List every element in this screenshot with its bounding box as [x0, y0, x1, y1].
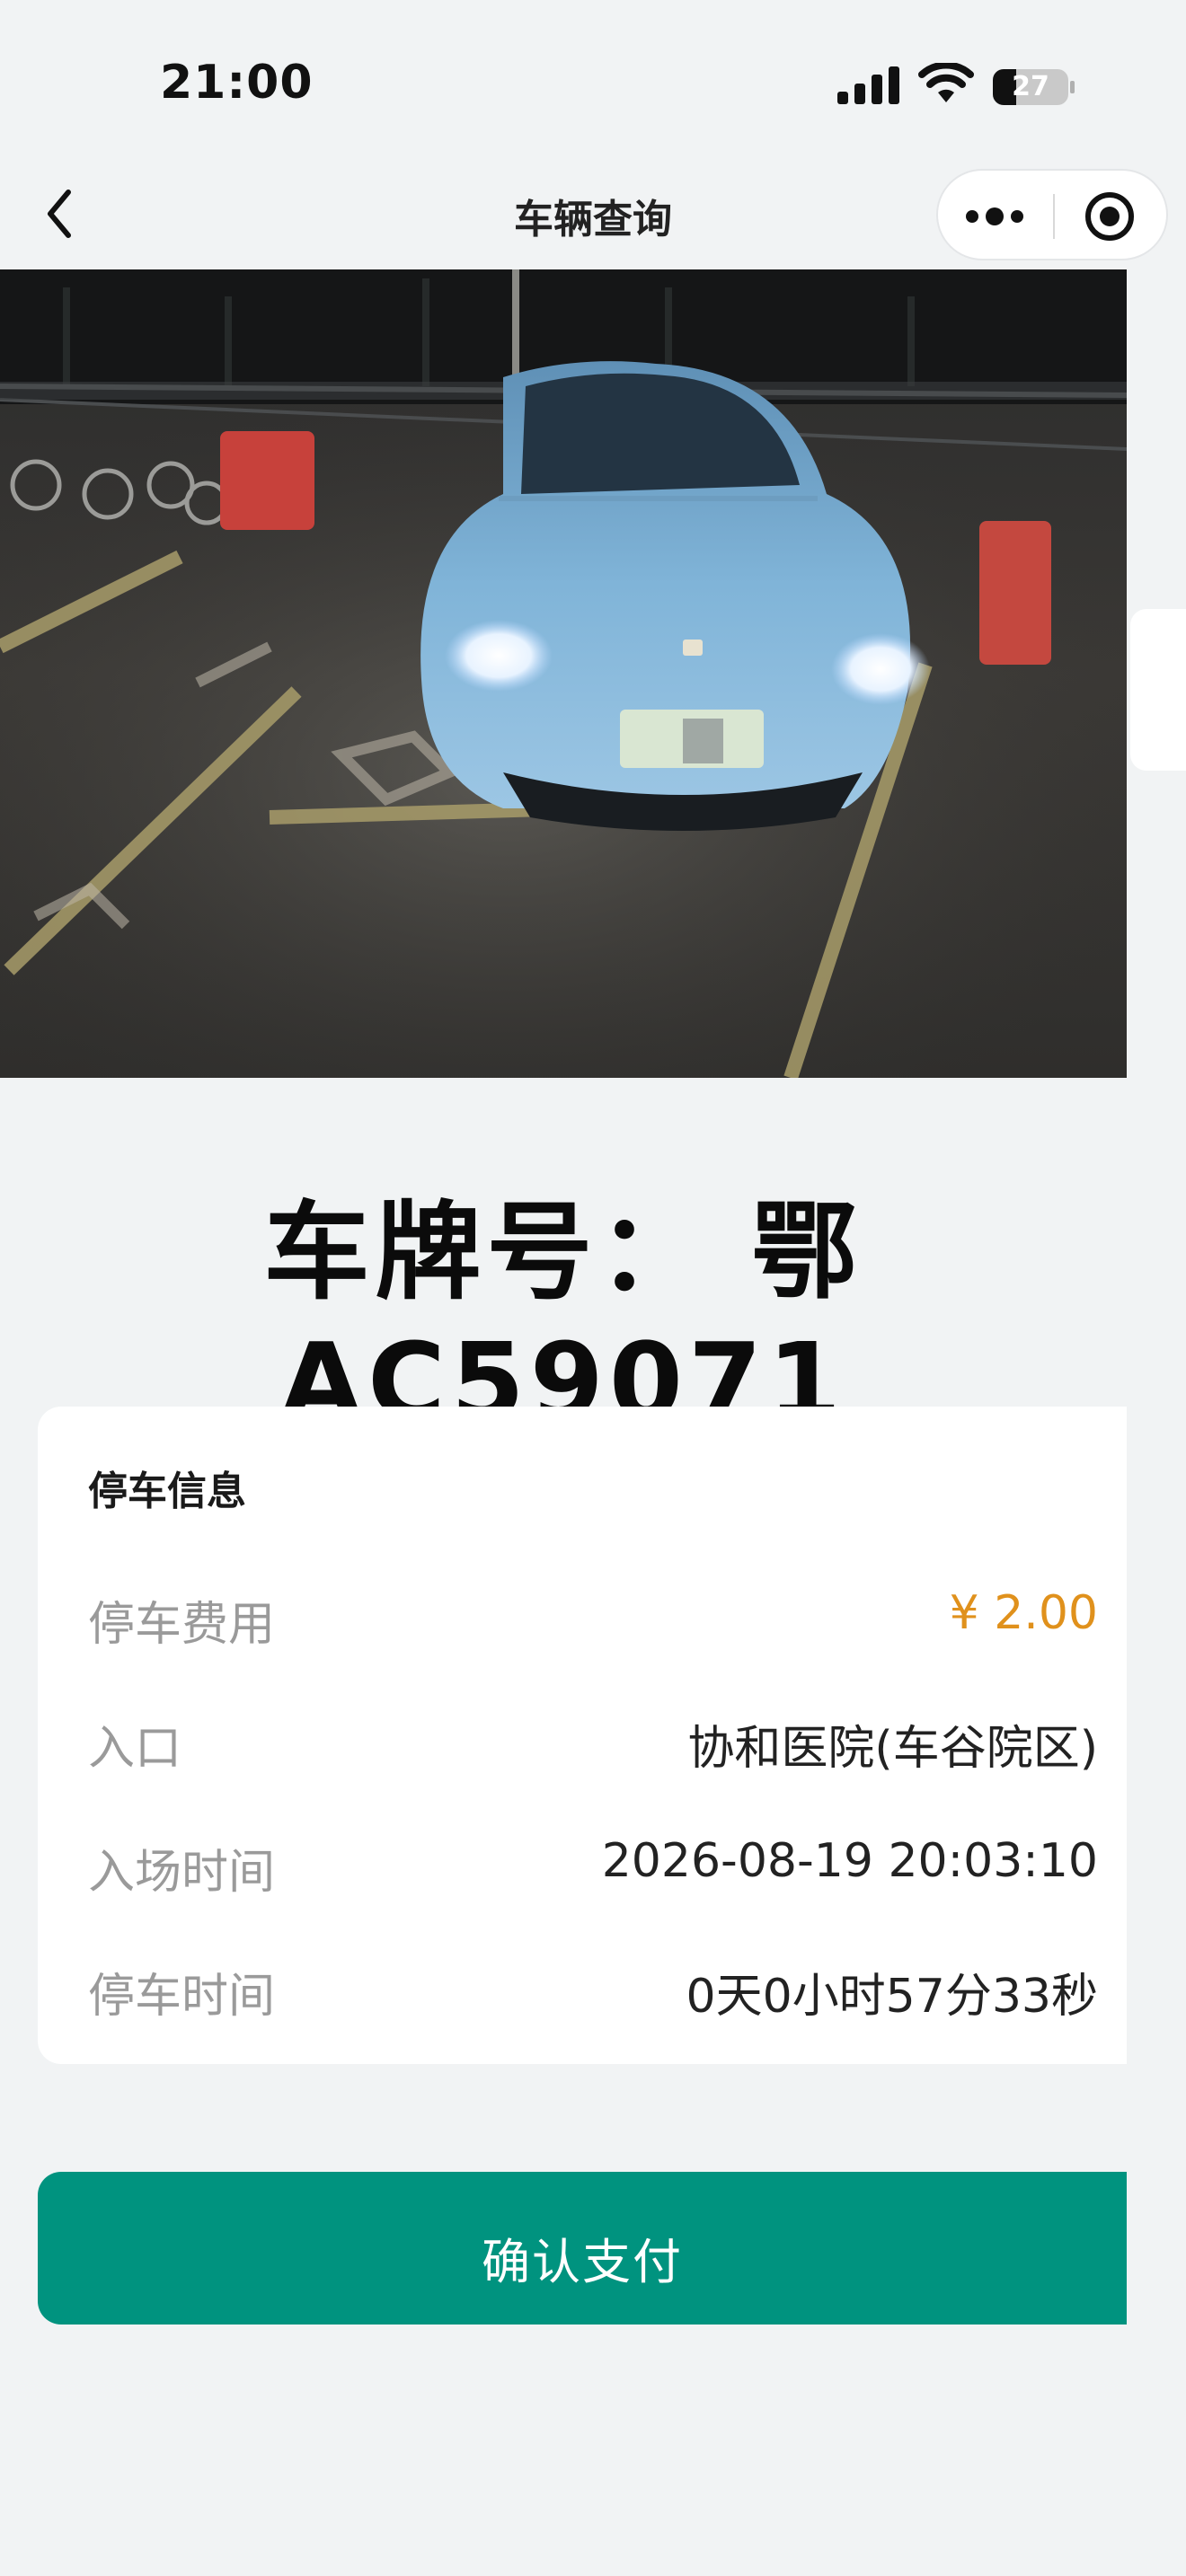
row-label: 入场时间 — [88, 1846, 276, 1900]
row-value: ¥ 2.00 — [949, 1586, 1098, 1640]
row-value: 协和医院(车谷院区) — [687, 1722, 1098, 1776]
row-label: 停车费用 — [88, 1598, 276, 1652]
plate-number: 车牌号： 鄂AC59071 — [263, 1190, 863, 1443]
card-title: 停车信息 — [88, 1469, 246, 1514]
row-label: 入口 — [88, 1722, 182, 1776]
close-icon[interactable] — [1084, 190, 1136, 243]
signal-icon — [837, 66, 899, 104]
confirm-payment-button[interactable]: 确认支付 — [38, 2172, 1127, 2325]
row-value: 0天0小时57分33秒 — [686, 1970, 1098, 2024]
row-value: 2026-08-19 20:03:10 — [601, 1834, 1098, 1888]
wifi-icon — [918, 63, 974, 102]
confirm-payment-label: 确认支付 — [482, 2236, 683, 2289]
parking-info-card: 停车信息 停车费用 ¥ 2.00 入口 协和医院(车谷院区) 入场时间 2026… — [38, 1407, 1127, 2064]
battery-level: 27 — [1012, 71, 1049, 102]
adjacent-panel-card — [1130, 609, 1186, 771]
capsule-divider — [1053, 194, 1055, 239]
mini-program-capsule — [936, 169, 1168, 260]
vehicle-photo — [0, 269, 1127, 1078]
nav-bar: 车辆查询 — [0, 162, 1186, 269]
row-parking-fee: 停车费用 ¥ 2.00 — [38, 1575, 1127, 1652]
row-entrance: 入口 协和医院(车谷院区) — [38, 1699, 1127, 1776]
page: 21:00 27 车辆查询 车牌号： 鄂AC59071 停车信息 停车费用 ¥ … — [0, 0, 1186, 2576]
more-icon[interactable] — [963, 203, 1026, 230]
row-entry-time: 入场时间 2026-08-19 20:03:10 — [38, 1823, 1127, 1900]
row-parking-duration: 停车时间 0天0小时57分33秒 — [38, 1947, 1127, 2024]
status-time: 21:00 — [160, 56, 314, 110]
status-bar: 21:00 27 — [0, 0, 1186, 162]
row-label: 停车时间 — [88, 1970, 276, 2024]
